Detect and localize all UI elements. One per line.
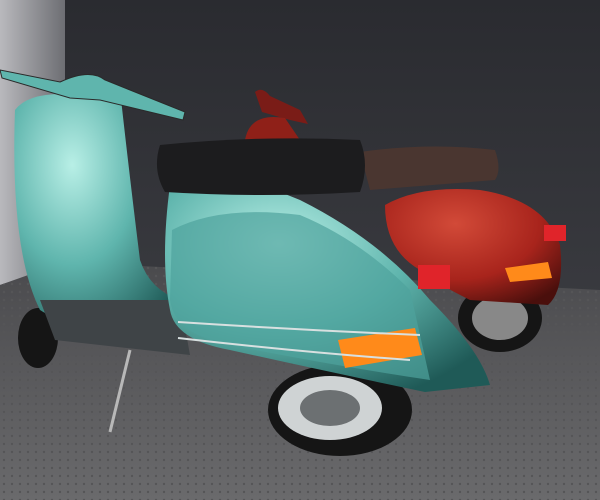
teal-tail-light [418, 265, 450, 289]
scooter-render [0, 0, 600, 500]
red-tail-light [544, 225, 566, 241]
teal-seat [156, 138, 365, 195]
